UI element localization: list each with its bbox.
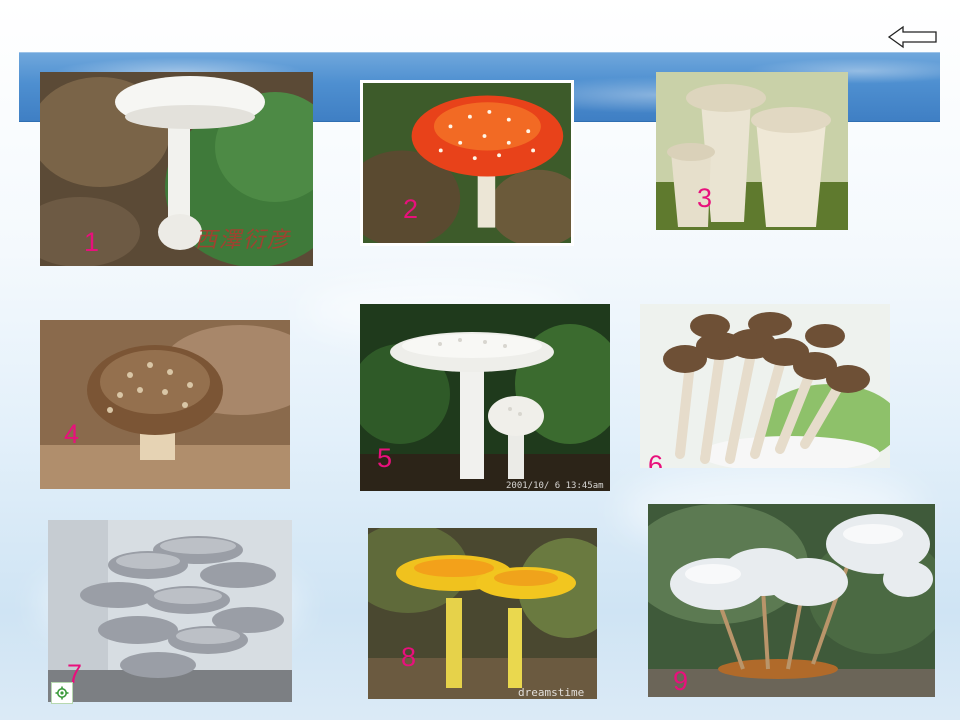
- mushroom-photo-6: 6: [640, 304, 890, 468]
- mushroom-photo-5: 2001/10/ 6 13:45am 5: [360, 304, 610, 491]
- mushroom-photo-3: 3: [656, 72, 848, 230]
- photo-watermark: dreamstime: [518, 686, 585, 699]
- photo-number-label: 9: [673, 666, 689, 696]
- gear-icon: [55, 686, 69, 700]
- settings-button[interactable]: [51, 682, 73, 704]
- photo-number-label: 2: [403, 194, 419, 224]
- photo-number-label: 1: [84, 227, 100, 257]
- left-arrow-icon: [887, 25, 937, 49]
- mushroom-photo-7: 7: [48, 520, 292, 702]
- mushroom-photo-9: 9: [648, 504, 935, 697]
- photo-number-label: 3: [697, 183, 713, 213]
- mushroom-photo-2: 2: [360, 80, 574, 246]
- photo-timestamp: 2001/10/ 6 13:45am: [506, 481, 604, 491]
- photo-number-label: 4: [64, 419, 80, 449]
- photo-number-label: 8: [401, 642, 417, 672]
- mushroom-photo-1: 西澤衍彦 1: [40, 72, 313, 266]
- mushroom-photo-8: dreamstime 8: [368, 528, 597, 699]
- back-arrow-button[interactable]: [887, 25, 939, 49]
- photo-stamp: 西澤衍彦: [195, 228, 292, 253]
- mushroom-photo-4: 4: [40, 320, 290, 489]
- photo-number-label: 5: [377, 443, 393, 473]
- photo-number-label: 6: [648, 450, 664, 469]
